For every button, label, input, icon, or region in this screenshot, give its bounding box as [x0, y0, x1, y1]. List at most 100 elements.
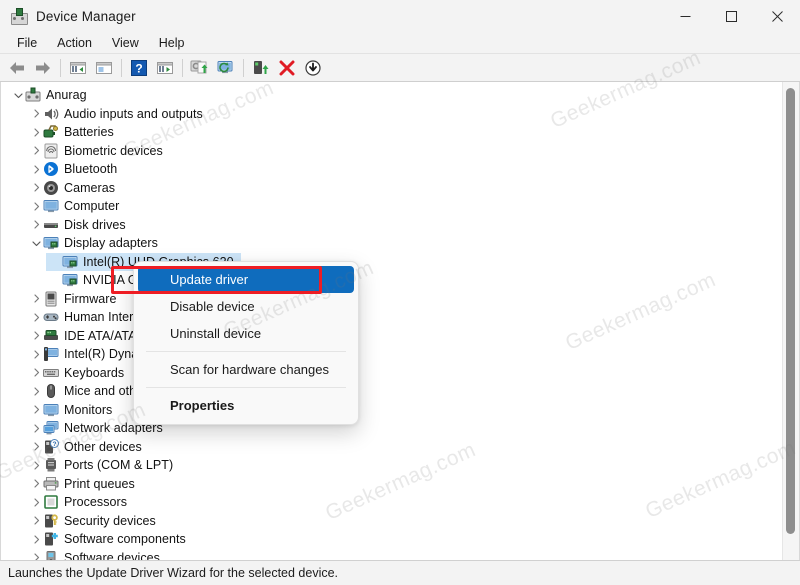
tree-item[interactable]: Software devices [1, 549, 799, 560]
update-driver-button[interactable] [187, 56, 213, 80]
tree-item[interactable]: Security devices [1, 512, 799, 531]
chevron-right-icon[interactable] [29, 308, 43, 326]
svg-text:?: ? [135, 61, 142, 75]
chevron-right-icon[interactable] [29, 105, 43, 123]
tree-item[interactable]: Biometric devices [1, 142, 799, 161]
context-menu-item-scan-for-hardware-changes[interactable]: Scan for hardware changes [134, 356, 358, 383]
bluetooth-icon [43, 161, 59, 177]
tree-item-label: Software components [64, 532, 186, 547]
chevron-right-icon[interactable] [29, 512, 43, 530]
context-menu-item-properties[interactable]: Properties [134, 392, 358, 419]
chevron-right-icon[interactable] [29, 401, 43, 419]
chevron-down-icon[interactable] [11, 86, 25, 104]
scrollbar-thumb[interactable] [786, 88, 795, 534]
tree-item[interactable]: Mice and other pointing devices [1, 382, 799, 401]
chevron-right-icon[interactable] [29, 345, 43, 363]
chevron-right-icon[interactable] [29, 382, 43, 400]
monitor-icon [43, 198, 59, 214]
tree-item-label: Software devices [64, 550, 160, 560]
tree-item[interactable]: Processors [1, 493, 799, 512]
chevron-right-icon[interactable] [29, 290, 43, 308]
tree-item-label: Print queues [64, 476, 135, 491]
chevron-right-icon[interactable] [29, 549, 43, 560]
context-menu-item-uninstall-device[interactable]: Uninstall device [134, 320, 358, 347]
tree-item-label: Processors [64, 495, 128, 510]
tree-item-label: Cameras [64, 180, 116, 195]
tree-item[interactable]: Monitors [1, 401, 799, 420]
tree-item[interactable]: Anurag [1, 86, 799, 105]
tree-item[interactable]: IDE ATA/ATAPI controllers [1, 327, 799, 346]
tree-item[interactable]: Batteries [1, 123, 799, 142]
device-tree[interactable]: Anurag Audio inputs and outputs Batteries B… [1, 82, 799, 560]
tree-item[interactable]: Network adapters [1, 419, 799, 438]
tree-item[interactable]: Audio inputs and outputs [1, 105, 799, 124]
tree-item[interactable]: Ports (COM & LPT) [1, 456, 799, 475]
security-device-icon [43, 513, 59, 529]
chevron-right-icon[interactable] [29, 197, 43, 215]
tree-item[interactable]: Bluetooth [1, 160, 799, 179]
chevron-right-icon[interactable] [29, 216, 43, 234]
chevron-right-icon[interactable] [29, 475, 43, 493]
chevron-down-icon[interactable] [29, 234, 43, 252]
battery-icon [43, 124, 59, 140]
disable-device-button[interactable] [300, 56, 326, 80]
menu-file[interactable]: File [8, 35, 46, 51]
maximize-button[interactable] [708, 0, 754, 32]
chevron-right-icon[interactable] [29, 419, 43, 437]
chevron-right-icon[interactable] [29, 530, 43, 548]
tree-item[interactable]: Print queues [1, 475, 799, 494]
chevron-right-icon[interactable] [29, 364, 43, 382]
context-menu-item-update-driver[interactable]: Update driver [138, 266, 354, 293]
toolbar-separator [60, 58, 61, 77]
tree-item[interactable]: Intel(R) Dynamic Platform and Thermal Fr… [1, 345, 799, 364]
fingerprint-icon [43, 143, 59, 159]
scan-for-hardware-changes-button[interactable] [213, 56, 239, 80]
camera-icon [43, 180, 59, 196]
context-menu-separator [146, 351, 346, 352]
chevron-right-icon[interactable] [29, 179, 43, 197]
chevron-right-icon[interactable] [29, 493, 43, 511]
up-one-level-button[interactable] [65, 56, 91, 80]
tree-item[interactable]: NVIDIA GeForce MX150 [1, 271, 799, 290]
port-icon [43, 457, 59, 473]
vertical-scrollbar[interactable] [782, 82, 799, 560]
tree-item[interactable]: Disk drives [1, 216, 799, 235]
chevron-right-icon[interactable] [29, 327, 43, 345]
context-menu-item-disable-device[interactable]: Disable device [134, 293, 358, 320]
chevron-right-icon[interactable] [29, 123, 43, 141]
uninstall-device-button[interactable] [274, 56, 300, 80]
tree-item[interactable]: Display adapters [1, 234, 799, 253]
enable-device-button[interactable] [248, 56, 274, 80]
menu-bar: File Action View Help [0, 32, 800, 54]
menu-action[interactable]: Action [48, 35, 101, 51]
other-device-icon: ? [43, 438, 59, 455]
chevron-right-icon[interactable] [29, 456, 43, 474]
tree-item[interactable]: Keyboards [1, 364, 799, 383]
tree-item[interactable]: Intel(R) UHD Graphics 620 [1, 252, 799, 272]
minimize-button[interactable] [662, 0, 708, 32]
properties-button[interactable] [152, 56, 178, 80]
menu-view[interactable]: View [103, 35, 148, 51]
menu-help[interactable]: Help [150, 35, 194, 51]
tree-item-label: Anurag [46, 88, 87, 103]
firmware-icon [43, 291, 59, 307]
tree-item-label: Biometric devices [64, 143, 163, 158]
tree-item[interactable]: Software components [1, 530, 799, 549]
tree-item[interactable]: Human Interface Devices [1, 308, 799, 327]
context-menu[interactable]: Update driver Disable device Uninstall d… [133, 261, 359, 425]
tree-item[interactable]: Cameras [1, 179, 799, 198]
chevron-right-icon[interactable] [29, 438, 43, 456]
tree-item[interactable]: ? Other devices [1, 438, 799, 457]
close-button[interactable] [754, 0, 800, 32]
chevron-right-icon[interactable] [29, 160, 43, 178]
intel-platform-icon [43, 346, 59, 362]
tree-item-label: Bluetooth [64, 162, 118, 177]
help-button[interactable]: ? [126, 56, 152, 80]
tree-item[interactable]: Computer [1, 197, 799, 216]
back-button[interactable] [4, 56, 30, 80]
tree-item[interactable]: Firmware [1, 290, 799, 309]
forward-button[interactable] [30, 56, 56, 80]
show-hide-console-tree-button[interactable] [91, 56, 117, 80]
network-adapter-icon [43, 420, 59, 436]
chevron-right-icon[interactable] [29, 142, 43, 160]
